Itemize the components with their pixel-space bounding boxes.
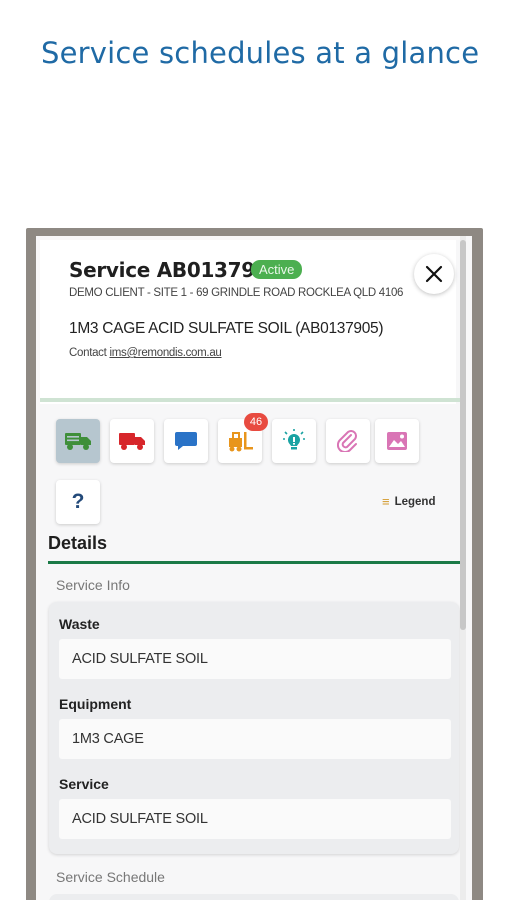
notification-count-badge: 46 — [244, 413, 268, 431]
service-info-card: Waste ACID SULFATE SOIL Equipment 1M3 CA… — [49, 602, 459, 854]
service-schedule-card — [49, 894, 459, 900]
status-badge: Active — [251, 260, 303, 279]
site-address: DEMO CLIENT - SITE 1 - 69 GRINDLE ROAD R… — [69, 287, 404, 299]
help-button[interactable]: ? — [56, 480, 100, 524]
forklift-icon — [229, 432, 253, 452]
service-label: Service — [59, 776, 109, 792]
contact-email-link[interactable]: ims@remondis.com.au — [109, 347, 221, 359]
headline: Service schedules at a glance — [41, 36, 480, 70]
truck-list-icon — [65, 433, 91, 450]
product-description: 1M3 CAGE ACID SULFATE SOIL (AB0137905) — [69, 320, 384, 337]
close-button[interactable] — [414, 254, 454, 294]
details-underline — [48, 561, 460, 564]
contact-line: Contact ims@remondis.com.au — [69, 347, 222, 359]
app-screen: Service AB0137905 Active DEMO CLIENT - S… — [36, 236, 472, 900]
alert-bulb-icon — [283, 429, 305, 450]
legend-button[interactable]: ≡ Legend — [382, 494, 435, 509]
service-schedule-label: Service Schedule — [56, 869, 165, 885]
details-heading: Details — [48, 533, 108, 553]
paperclip-icon — [337, 430, 357, 452]
forklift-button[interactable]: 46 — [218, 413, 268, 463]
attachments-button[interactable] — [326, 419, 370, 463]
chat-icon — [175, 432, 197, 450]
comments-button[interactable] — [164, 419, 208, 463]
page: Service schedules at a glance Service AB… — [0, 0, 507, 900]
contact-label: Contact — [69, 347, 107, 359]
alerts-button[interactable] — [272, 419, 316, 463]
help-icon: ? — [71, 490, 85, 513]
truck-button[interactable] — [110, 419, 154, 463]
equipment-label: Equipment — [59, 696, 132, 712]
scrollbar[interactable] — [460, 236, 466, 900]
legend-label: Legend — [394, 495, 436, 508]
truck-icon — [119, 433, 145, 450]
menu-lines-icon: ≡ — [382, 494, 390, 509]
service-value: ACID SULFATE SOIL — [59, 799, 451, 839]
scrollbar-thumb[interactable] — [460, 240, 466, 630]
header-divider — [40, 398, 460, 402]
service-info-label: Service Info — [56, 577, 130, 593]
equipment-value: 1M3 CAGE — [59, 719, 451, 759]
close-icon — [425, 265, 443, 283]
waste-label: Waste — [59, 616, 100, 632]
truck-list-button[interactable] — [56, 419, 100, 463]
waste-value: ACID SULFATE SOIL — [59, 639, 451, 679]
image-icon — [387, 432, 407, 450]
images-button[interactable] — [375, 419, 419, 463]
